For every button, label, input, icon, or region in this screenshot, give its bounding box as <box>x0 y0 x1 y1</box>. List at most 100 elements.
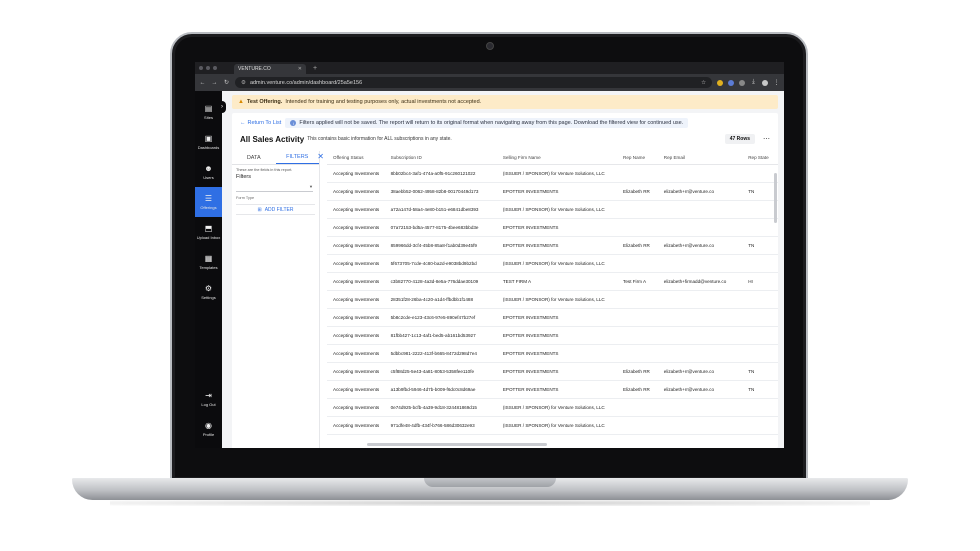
sidebar-item-users[interactable]: ☻ Users <box>195 157 222 187</box>
browser-toolbar: ← → ↻ ⚙ admin.venture.co/admin/dashboard… <box>195 74 784 91</box>
test-offering-banner: ▲ Test Offering. Intended for training a… <box>232 95 778 109</box>
table-row[interactable]: Accepting Investments 859966dd-3cf4-45b8-… <box>327 237 778 255</box>
column-header[interactable]: Rep Name <box>623 155 664 160</box>
plus-icon: ⊞ <box>257 206 262 213</box>
users-icon: ☻ <box>204 163 213 173</box>
tab-filters[interactable]: FILTERS <box>275 151 319 164</box>
sidebar-item-offerings[interactable]: ☰ Offerings <box>195 187 222 217</box>
extension-icon-blue[interactable] <box>728 79 734 86</box>
column-header[interactable]: Rep State <box>748 155 778 160</box>
column-header[interactable]: Offering Status <box>327 155 391 160</box>
table-cell: EPOTTER INVESTMENTS <box>502 189 559 194</box>
add-filter-label: ADD FILTER <box>264 206 294 213</box>
table-row[interactable]: Accepting Investments a72a147d-58a4-4e80-… <box>327 201 778 219</box>
table-cell: 81fbb427-1c13-4af1-bed5-ab161bd53927 <box>390 333 476 338</box>
sidebar-item-upload-inbox[interactable]: ⬒ Upload Inbox <box>195 217 222 247</box>
window-close-dot[interactable] <box>199 66 203 70</box>
sidebar-collapse-icon[interactable]: › <box>218 101 226 113</box>
close-icon[interactable]: ✕ <box>317 152 324 161</box>
column-header[interactable]: Selling Firm Name <box>503 155 623 160</box>
laptop-scene: VENTURE.CO ✕ + ← → ↻ ⚙ admin.venture.co/… <box>0 0 980 551</box>
table-cell: TN <box>748 243 755 248</box>
table-row[interactable]: Accepting Investments c5f88d25-5e43-4a81-… <box>327 363 778 381</box>
tab-close-icon[interactable]: ✕ <box>298 66 302 72</box>
extension-icon-yellow[interactable] <box>717 79 723 86</box>
filter-select[interactable]: ▼ <box>236 184 313 192</box>
more-options-icon[interactable]: ⋯ <box>763 135 770 143</box>
table-cell: Accepting Investments <box>333 369 380 374</box>
table-cell: Accepting Investments <box>333 351 380 356</box>
sidebar-item-label: Offerings <box>200 204 217 210</box>
table-row[interactable]: Accepting Investments 971dfe48-4dfb-434f-… <box>327 417 778 435</box>
vertical-scrollbar[interactable] <box>774 173 777 223</box>
sidebar: › ▤ Sites ▣ Dashboards ☻ Users ☰ Offerin… <box>195 91 226 448</box>
column-header[interactable]: Rep Email <box>664 155 748 160</box>
sidebar-item-templates[interactable]: ▦ Templates <box>195 247 222 277</box>
table-cell: a13b9fbd-5946-4d7b-b009-f6dc0c8d69ae <box>390 387 476 392</box>
table-row[interactable]: Accepting Investments 5f673705-7cde-4c80-… <box>327 255 778 273</box>
back-arrow-icon[interactable]: ← <box>199 80 206 86</box>
forward-arrow-icon[interactable]: → <box>211 80 218 86</box>
table-cell: Accepting Investments <box>333 171 380 176</box>
table-cell: elizabeth+rr@venture.co <box>663 369 715 374</box>
browser-menu-icon[interactable]: ⋮ <box>773 79 780 86</box>
filter-info-notice: i Filters applied will not be saved. The… <box>285 118 689 128</box>
report-toolbar: ← Return To List i Filters applied will … <box>232 113 778 128</box>
filter-panel: DATA FILTERS ✕ These are the fields in t… <box>232 151 324 448</box>
table-row[interactable]: Accepting Investments 81fbb427-1c13-4af1-… <box>327 327 778 345</box>
reload-icon[interactable]: ↻ <box>223 79 230 86</box>
browser-tab[interactable]: VENTURE.CO ✕ <box>234 64 306 74</box>
app: › ▤ Sites ▣ Dashboards ☻ Users ☰ Offerin… <box>195 91 784 448</box>
sidebar-item-settings[interactable]: ⚙ Settings <box>195 277 222 307</box>
download-icon[interactable]: ⤓ <box>750 79 757 86</box>
extension-icon-gray[interactable] <box>739 79 745 86</box>
column-header[interactable]: Subscription ID <box>391 155 503 160</box>
table-cell: Elizabeth RR <box>623 243 650 248</box>
tab-data[interactable]: DATA <box>232 151 276 164</box>
table-row[interactable]: Accepting Investments 8bb02bc4-3af1-474a-… <box>327 165 778 183</box>
table-row[interactable]: Accepting Investments c3b82770-4128-4a3d-… <box>327 273 778 291</box>
sidebar-item-dashboards[interactable]: ▣ Dashboards <box>195 127 222 157</box>
sidebar-item-label: Settings <box>201 294 216 300</box>
table-cell: c5f88d25-5e43-4a81-8053-5358fee110fe <box>390 369 475 374</box>
table-cell: (ISSUER / SPONSOR) for Venture Solutions… <box>502 405 605 410</box>
table-cell: 8bb02bc4-3af1-474a-a0f5-91c260121022 <box>390 171 476 176</box>
table-cell: a72a147d-58a4-4e80-b151-e6841dbe8393 <box>390 207 479 212</box>
profile-avatar-icon[interactable] <box>762 79 768 86</box>
table-row[interactable]: Accepting Investments 07a72153-bd5a-4577-… <box>327 219 778 237</box>
table-cell: (ISSUER / SPONSOR) for Venture Solutions… <box>502 171 605 176</box>
sidebar-item-label: Log Out <box>201 401 216 407</box>
table-cell: Accepting Investments <box>333 297 380 302</box>
table-cell: Accepting Investments <box>333 333 380 338</box>
table-row[interactable]: Accepting Investments a13b9fbd-5946-4d7b-… <box>327 381 778 399</box>
window-maximize-dot[interactable] <box>213 66 217 70</box>
table-row[interactable]: Accepting Investments 5dbbc981-2222-413f-… <box>327 345 778 363</box>
table-cell: 5dbbc981-2222-413f-b665-8472d298d7e4 <box>390 351 477 356</box>
sidebar-item-logout[interactable]: ⇥ Log Out <box>195 384 222 414</box>
form-type-label: Form Type <box>236 196 255 200</box>
main-content: ▲ Test Offering. Intended for training a… <box>222 91 784 448</box>
window-minimize-dot[interactable] <box>206 66 210 70</box>
site-info-icon[interactable]: ⚙ <box>241 80 246 86</box>
address-bar[interactable]: ⚙ admin.venture.co/admin/dashboard/25a5e… <box>235 77 712 88</box>
horizontal-scrollbar[interactable] <box>367 443 547 446</box>
table-cell: 28351f28-26ba-4c20-a1d4-ffbdbb1f1488 <box>390 297 474 302</box>
table-cell: EPOTTER INVESTMENTS <box>502 315 559 320</box>
table-cell: Accepting Investments <box>333 423 380 428</box>
table-row[interactable]: Accepting Investments 5b8c2cde-e123-43c6-… <box>327 309 778 327</box>
bookmark-star-icon[interactable]: ☆ <box>701 80 706 86</box>
warning-icon: ▲ <box>238 99 244 105</box>
gear-icon: ⚙ <box>204 283 213 293</box>
sidebar-item-label: Templates <box>199 264 218 270</box>
new-tab-button[interactable]: + <box>313 65 317 72</box>
table-cell: Elizabeth RR <box>623 369 650 374</box>
table-row[interactable]: Accepting Investments 0e74d925-bcfb-4a39-… <box>327 399 778 417</box>
table-cell: EPOTTER INVESTMENTS <box>502 351 559 356</box>
sidebar-item-label: Sites <box>204 114 213 120</box>
return-to-list-link[interactable]: ← Return To List <box>240 120 281 126</box>
sidebar-item-profile[interactable]: ◉ Profile <box>195 414 222 444</box>
table-row[interactable]: Accepting Investments 28351f28-26ba-4c20-… <box>327 291 778 309</box>
table-cell: 5f673705-7cde-4c80-ba2d-e9038bd9b2bd <box>390 261 477 266</box>
table-row[interactable]: Accepting Investments 38aebb52-0062-4958-… <box>327 183 778 201</box>
add-filter-button[interactable]: ⊞ ADD FILTER <box>236 204 315 215</box>
